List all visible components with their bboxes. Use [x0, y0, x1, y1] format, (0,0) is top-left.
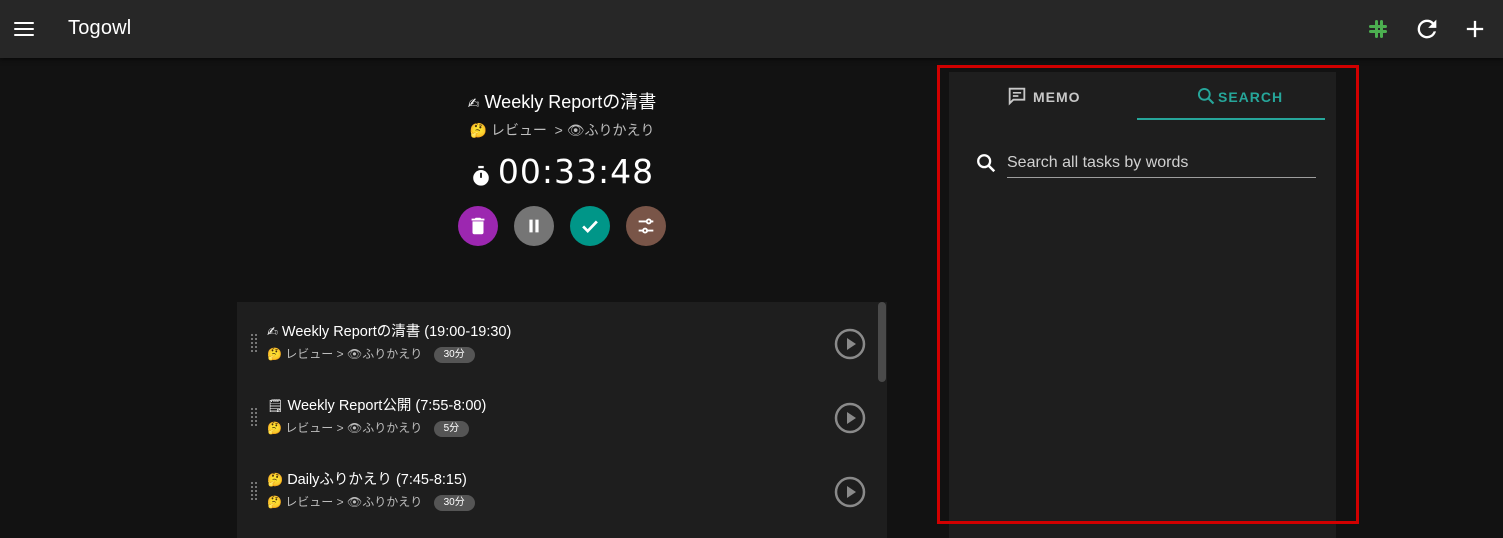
- adjust-button[interactable]: [626, 206, 666, 246]
- task-emoji: ✍: [267, 324, 278, 339]
- delete-button[interactable]: [458, 206, 498, 246]
- current-task-title-text: Weekly Reportの清書: [484, 92, 657, 112]
- scrollbar-thumb[interactable]: [878, 302, 886, 382]
- pause-icon: [529, 219, 539, 233]
- task-title: 🗒 Weekly Report公開 (7:55-8:00): [267, 394, 486, 415]
- drag-handle-icon[interactable]: [251, 408, 259, 426]
- task-emoji: 🗒: [267, 398, 284, 413]
- task-breadcrumb: 🤔 レビュー > 👁ふりかえり 5分: [267, 419, 470, 437]
- drag-handle-icon[interactable]: [251, 482, 259, 500]
- subproject-label: ふりかえり: [362, 347, 423, 361]
- task-title-text: Weekly Report公開 (7:55-8:00): [287, 398, 487, 414]
- pause-button[interactable]: [514, 206, 554, 246]
- project-label: レビュー: [490, 122, 547, 138]
- estimate-badge: 30分: [433, 347, 475, 363]
- eye-emoji: 👁: [347, 347, 363, 361]
- play-icon[interactable]: [834, 328, 866, 360]
- task-breadcrumb: 🤔 レビュー > 👁ふりかえり 30分: [267, 493, 475, 511]
- trash-icon: [471, 217, 485, 235]
- writing-hand-emoji: ✍: [467, 95, 480, 111]
- task-list-scrollbar[interactable]: [877, 302, 887, 538]
- project-label: レビュー: [285, 421, 334, 435]
- drag-handle-icon[interactable]: [251, 334, 259, 352]
- subproject-label: ふりかえり: [362, 495, 423, 509]
- breadcrumb-separator: >: [336, 495, 344, 509]
- eye-emoji: 👁: [347, 495, 363, 509]
- eye-emoji: 👁: [347, 421, 363, 435]
- check-icon: [582, 220, 598, 234]
- project-emoji: 🤔: [267, 495, 282, 509]
- task-list: ✍ Weekly Reportの清書 (19:00-19:30) 🤔 レビュー >…: [237, 302, 887, 538]
- breadcrumb-separator: >: [554, 122, 563, 138]
- task-emoji: 🤔: [267, 472, 284, 487]
- project-label: レビュー: [285, 347, 334, 361]
- task-item[interactable]: ✍ Weekly Reportの清書 (19:00-19:30) 🤔 レビュー >…: [237, 302, 877, 376]
- app-bar: Togowl: [0, 0, 1503, 58]
- app-title: Togowl: [68, 17, 132, 39]
- highlight-box: [937, 65, 1359, 524]
- timer-value: 00:33:48: [497, 152, 655, 191]
- breadcrumb-separator: >: [336, 347, 344, 361]
- task-title-text: Weekly Reportの清書 (19:00-19:30): [281, 324, 512, 340]
- task-item[interactable]: 🤔 Dailyふりかえり (7:45-8:15) 🤔 レビュー > 👁ふりかえり …: [237, 450, 877, 524]
- refresh-icon[interactable]: [1413, 15, 1441, 43]
- hamburger-menu-icon[interactable]: [12, 17, 36, 41]
- play-icon[interactable]: [834, 402, 866, 434]
- slack-icon[interactable]: [1364, 15, 1392, 43]
- estimate-badge: 30分: [433, 495, 475, 511]
- tune-icon: [638, 218, 654, 234]
- task-title-text: Dailyふりかえり (7:45-8:15): [287, 472, 467, 488]
- task-title: ✍ Weekly Reportの清書 (19:00-19:30): [267, 320, 511, 341]
- project-label: レビュー: [285, 495, 334, 509]
- task-title: 🤔 Dailyふりかえり (7:45-8:15): [267, 468, 467, 489]
- add-icon[interactable]: [1461, 15, 1489, 43]
- subproject-label: ふりかえり: [362, 421, 423, 435]
- task-item[interactable]: 🗒 Weekly Report公開 (7:55-8:00) 🤔 レビュー > 👁ふ…: [237, 376, 877, 450]
- subproject-label: ふりかえり: [584, 122, 655, 138]
- estimate-badge: 5分: [433, 421, 470, 437]
- eye-emoji: 👁: [566, 122, 585, 138]
- complete-button[interactable]: [570, 206, 610, 246]
- current-task-breadcrumb: 🤔 レビュー > 👁ふりかえり: [380, 120, 744, 140]
- task-breadcrumb: 🤔 レビュー > 👁ふりかえり 30分: [267, 345, 475, 363]
- project-emoji: 🤔: [267, 421, 282, 435]
- breadcrumb-separator: >: [336, 421, 344, 435]
- project-emoji: 🤔: [469, 122, 487, 138]
- stopwatch-icon: [473, 165, 489, 186]
- timer: 00:33:48: [380, 152, 744, 191]
- project-emoji: 🤔: [267, 347, 282, 361]
- play-icon[interactable]: [834, 476, 866, 508]
- current-task-title: ✍ Weekly Reportの清書: [380, 88, 744, 114]
